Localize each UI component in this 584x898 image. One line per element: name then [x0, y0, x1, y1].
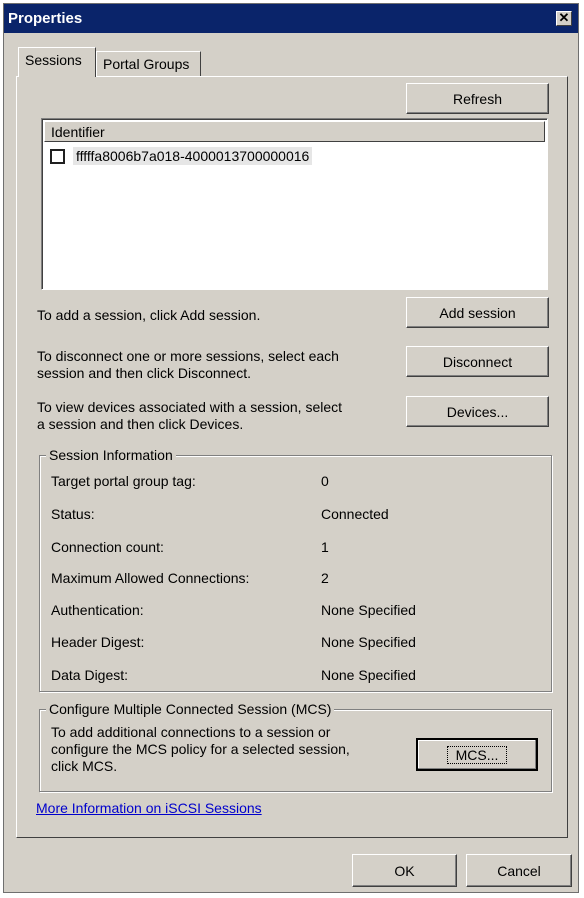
mcs-legend: Configure Multiple Connected Session (MC…: [46, 701, 335, 717]
tab-sessions[interactable]: Sessions: [18, 47, 96, 77]
add-session-instruction: To add a session, click Add session.: [37, 307, 261, 323]
refresh-button-label: Refresh: [452, 90, 503, 107]
mcs-instruction-line3: click MCS.: [51, 758, 118, 774]
close-button[interactable]: ✕: [556, 11, 572, 26]
mcs-instruction-line2: configure the MCS policy for a selected …: [51, 741, 350, 757]
field-label-status: Status:: [51, 506, 95, 522]
field-label-maximum-allowed-connections: Maximum Allowed Connections:: [51, 570, 250, 586]
title-bar[interactable]: Properties ✕: [4, 4, 578, 33]
session-identifier: fffffa8006b7a018-4000013700000016: [73, 147, 313, 165]
add-session-button-label: Add session: [439, 304, 516, 321]
tab-portal-groups[interactable]: Portal Groups: [96, 51, 201, 77]
field-label-data-digest: Data Digest:: [51, 667, 129, 683]
field-label-header-digest: Header Digest:: [51, 634, 145, 650]
properties-dialog: Properties ✕ Sessions Portal Groups Refr…: [3, 3, 579, 893]
field-label-target-portal-group-tag: Target portal group tag:: [51, 473, 196, 489]
add-session-button[interactable]: Add session: [406, 297, 549, 328]
more-information-link[interactable]: More Information on iSCSI Sessions: [36, 800, 262, 816]
ok-button-label: OK: [394, 862, 415, 879]
field-label-authentication: Authentication:: [51, 602, 144, 618]
window-title: Properties: [8, 10, 83, 27]
session-information-legend: Session Information: [46, 447, 176, 463]
identifier-column-label: Identifier: [51, 124, 105, 140]
devices-button-label: Devices...: [446, 403, 509, 420]
mcs-button[interactable]: MCS...: [416, 738, 538, 771]
field-value-data-digest: None Specified: [321, 667, 416, 683]
identifier-column-header[interactable]: Identifier: [44, 121, 545, 142]
disconnect-instruction-line1: To disconnect one or more sessions, sele…: [37, 348, 339, 364]
session-information-group: Session Information Target portal group …: [39, 447, 552, 692]
ok-button[interactable]: OK: [352, 854, 457, 887]
mcs-instruction-line1: To add additional connections to a sessi…: [51, 724, 331, 740]
mcs-button-label: MCS...: [446, 745, 508, 764]
disconnect-button-label: Disconnect: [442, 353, 513, 370]
disconnect-button[interactable]: Disconnect: [406, 346, 549, 377]
disconnect-instruction-line2: session and then click Disconnect.: [37, 365, 251, 381]
refresh-button[interactable]: Refresh: [406, 83, 549, 114]
field-value-status: Connected: [321, 506, 389, 522]
mcs-group: Configure Multiple Connected Session (MC…: [39, 701, 552, 792]
cancel-button[interactable]: Cancel: [466, 854, 572, 887]
field-label-connection-count: Connection count:: [51, 539, 164, 555]
sessions-list[interactable]: Identifier fffffa8006b7a018-400001370000…: [41, 118, 548, 290]
field-value-authentication: None Specified: [321, 602, 416, 618]
tab-portal-groups-label: Portal Groups: [103, 56, 190, 72]
tab-sessions-label: Sessions: [25, 52, 82, 68]
field-value-target-portal-group-tag: 0: [321, 473, 329, 489]
field-value-maximum-allowed-connections: 2: [321, 570, 329, 586]
close-icon: ✕: [558, 10, 570, 25]
field-value-connection-count: 1: [321, 539, 329, 555]
devices-button[interactable]: Devices...: [406, 396, 549, 427]
session-checkbox[interactable]: [50, 148, 65, 164]
list-item[interactable]: fffffa8006b7a018-4000013700000016: [50, 146, 313, 166]
cancel-button-label: Cancel: [497, 862, 541, 879]
devices-instruction-line2: a session and then click Devices.: [37, 416, 244, 432]
devices-instruction-line1: To view devices associated with a sessio…: [37, 399, 343, 415]
field-value-header-digest: None Specified: [321, 634, 416, 650]
